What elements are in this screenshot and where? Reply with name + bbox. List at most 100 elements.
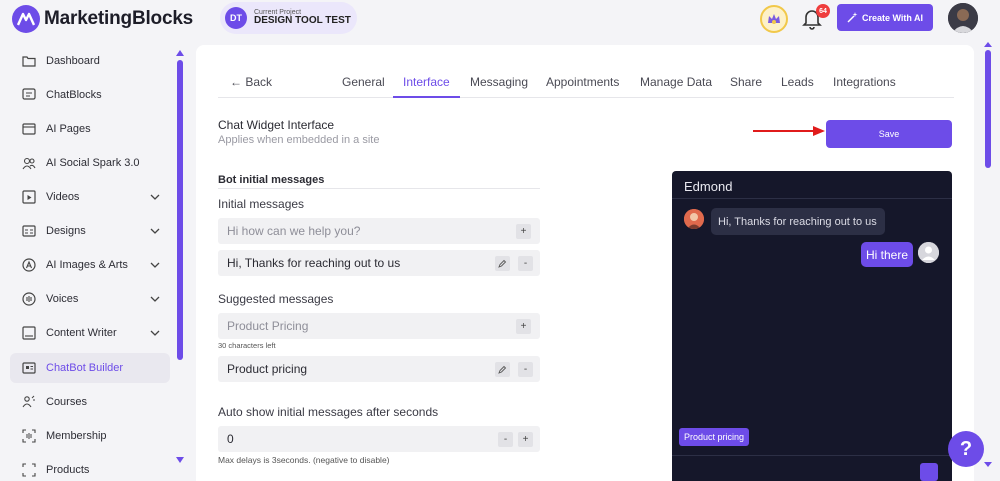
suggested-message-placeholder: Product Pricing [227,319,309,333]
sidebar-item-label: Designs [46,225,86,237]
sidebar-item-ai-social-spark[interactable]: AI Social Spark 3.0 [10,148,170,178]
divider [218,188,540,189]
help-button[interactable]: ? [948,431,984,467]
chevron-down-icon [150,330,160,336]
tab-share[interactable]: Share [730,75,762,89]
achievement-badge-icon[interactable] [760,5,788,33]
suggested-message-item: Product pricing - [218,356,540,382]
chat-bot-name: Edmond [672,171,952,199]
sidebar-item-voices[interactable]: Voices [10,284,170,314]
auto-show-seconds-input[interactable]: 0 - + [218,426,540,452]
design-icon [22,224,36,238]
chat-divider [672,455,952,456]
tab-bar: ← Back General Interface Messaging Appoi… [218,65,954,98]
sidebar-item-products[interactable]: Products [10,455,170,481]
chevron-down-icon [150,262,160,268]
image-icon [22,258,36,272]
sidebar-item-courses[interactable]: Courses [10,387,170,417]
sidebar-item-ai-images-arts[interactable]: AI Images & Arts [10,250,170,280]
max-delay-hint: Max delays is 3seconds. (negative to dis… [218,455,390,465]
sidebar-item-label: Videos [46,191,80,203]
sidebar-item-label: AI Social Spark 3.0 [46,157,140,169]
edit-pencil-icon[interactable] [495,362,510,377]
tab-leads[interactable]: Leads [781,75,814,89]
suggested-messages-label: Suggested messages [218,292,334,306]
sidebar-scrollbar[interactable] [177,60,183,360]
sidebar-item-content-writer[interactable]: Content Writer [10,318,170,348]
user-avatar[interactable] [948,3,978,33]
sidebar-item-label: Membership [46,430,107,442]
sidebar-item-designs[interactable]: Designs [10,216,170,246]
sidebar-item-label: AI Images & Arts [46,259,128,271]
tab-messaging[interactable]: Messaging [470,75,528,89]
send-button[interactable] [920,463,938,481]
chevron-down-icon [150,194,160,200]
tab-manage-data[interactable]: Manage Data [640,75,712,89]
courses-icon [22,395,36,409]
suggested-message-value: Product pricing [227,362,308,376]
sidebar-item-label: ChatBot Builder [46,362,124,374]
tab-general[interactable]: General [342,75,385,89]
back-link[interactable]: ← Back [230,75,272,89]
products-icon [22,463,36,477]
sidebar-item-label: Content Writer [46,327,117,339]
sidebar-item-membership[interactable]: Membership [10,421,170,451]
chevron-down-icon [150,228,160,234]
initial-message-input[interactable]: Hi how can we help you? + [218,218,540,244]
increment-button[interactable]: + [518,432,533,447]
sidebar-item-label: ChatBlocks [46,89,102,101]
decrement-button[interactable]: - [498,432,513,447]
suggested-message-chip[interactable]: Product pricing [679,428,750,446]
add-initial-message-button[interactable]: + [516,224,531,239]
page-scroll-up-icon[interactable] [984,42,992,47]
voice-icon [22,292,36,306]
tab-appointments[interactable]: Appointments [546,75,619,89]
bot-messages-heading: Bot initial messages [218,174,325,186]
user-message-bubble: Hi there [861,242,913,267]
section-title: Chat Widget Interface [218,118,335,132]
create-with-ai-button[interactable]: Create With AI [837,4,933,31]
sidebar-item-videos[interactable]: Videos [10,182,170,212]
sidebar-scroll-down-icon[interactable] [176,457,184,463]
writer-icon [22,326,36,340]
video-icon [22,190,36,204]
membership-icon [22,429,36,443]
create-with-ai-label: Create With AI [861,12,924,23]
auto-show-label: Auto show initial messages after seconds [218,405,439,419]
bot-message-bubble: Hi, Thanks for reaching out to us [711,208,885,235]
page-scroll-down-icon[interactable] [984,462,992,467]
sidebar-item-chatblocks[interactable]: ChatBlocks [10,80,170,110]
sidebar-item-chatbot-builder[interactable]: ChatBot Builder [10,353,170,383]
sidebar: Dashboard ChatBlocks AI Pages AI Social … [0,44,188,481]
folder-icon [22,54,36,68]
remove-initial-message-button[interactable]: - [518,256,533,271]
sidebar-item-label: Courses [46,396,87,408]
page-scrollbar[interactable] [985,50,991,168]
project-avatar: DT [225,7,247,29]
suggested-message-input[interactable]: Product Pricing + [218,313,540,339]
section-subtitle: Applies when embedded in a site [218,134,380,146]
initial-messages-label: Initial messages [218,197,305,211]
project-name: DESIGN TOOL TEST [254,15,351,27]
brand-logo[interactable]: MarketingBlocks [12,5,193,33]
main-panel: ← Back General Interface Messaging Appoi… [196,45,974,481]
remove-suggested-message-button[interactable]: - [518,362,533,377]
characters-left-hint: 30 characters left [218,341,276,350]
sidebar-item-dashboard[interactable]: Dashboard [10,46,170,76]
sidebar-item-ai-pages[interactable]: AI Pages [10,114,170,144]
add-suggested-message-button[interactable]: + [516,319,531,334]
tab-interface[interactable]: Interface [403,75,450,89]
save-button[interactable]: Save [826,120,952,148]
sidebar-scroll-up-icon[interactable] [176,50,184,56]
tab-integrations[interactable]: Integrations [833,75,896,89]
sidebar-item-label: AI Pages [46,123,91,135]
magic-wand-icon [847,12,858,23]
initial-message-item: Hi, Thanks for reaching out to us - [218,250,540,276]
edit-pencil-icon[interactable] [495,256,510,271]
project-selector[interactable]: DT Current Project DESIGN TOOL TEST [220,2,357,34]
page-icon [22,122,36,136]
chevron-down-icon [150,296,160,302]
sidebar-item-label: Dashboard [46,55,100,67]
chat-icon [22,88,36,102]
active-tab-indicator [393,96,460,98]
